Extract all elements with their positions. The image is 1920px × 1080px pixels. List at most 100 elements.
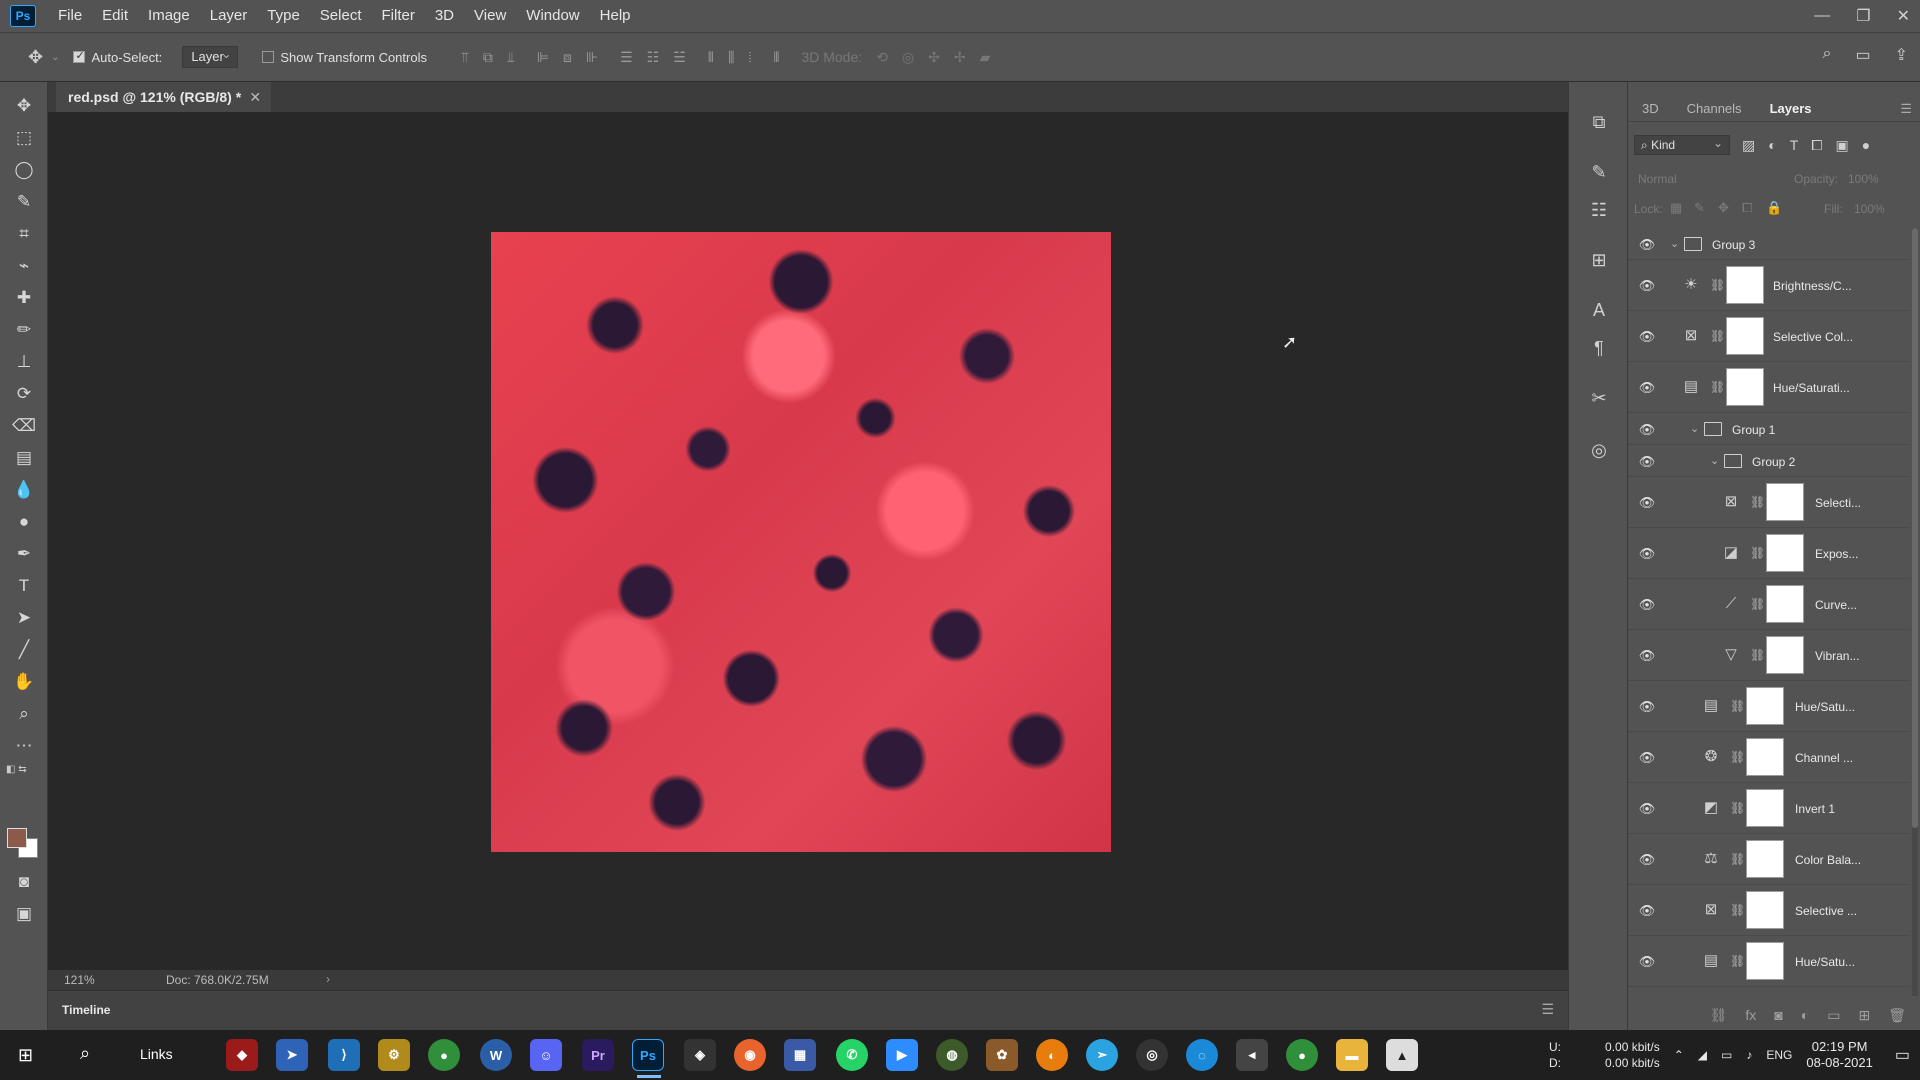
- 3d-pan-icon[interactable]: ✣: [928, 49, 940, 66]
- link-icon[interactable]: ⛓: [1750, 545, 1765, 561]
- link-icon[interactable]: ⛓: [1730, 953, 1745, 969]
- layer-mask-thumbnail[interactable]: [1746, 789, 1784, 827]
- chrome-icon[interactable]: ●: [428, 1039, 460, 1071]
- layer-name[interactable]: Curve...: [1815, 598, 1857, 612]
- 3d-slide-icon[interactable]: ✢: [954, 49, 966, 66]
- photos-icon[interactable]: ▲: [1386, 1039, 1418, 1071]
- path-select-tool-icon[interactable]: ➤: [12, 606, 36, 630]
- adjustments-panel-icon[interactable]: ☷: [1587, 198, 1611, 222]
- link-icon[interactable]: ⛓: [1710, 379, 1725, 395]
- hand-tool-icon[interactable]: ✋: [12, 670, 36, 694]
- link-icon[interactable]: ⛓: [1710, 328, 1725, 344]
- align-vcenter-icon[interactable]: ⧉: [483, 49, 493, 66]
- vpn-icon[interactable]: ◂: [1236, 1039, 1268, 1071]
- photoshop-icon[interactable]: Ps: [632, 1039, 664, 1078]
- fill-value[interactable]: 100%: [1854, 202, 1885, 216]
- layer-name[interactable]: Channel ...: [1795, 751, 1853, 765]
- screen-mode-icon[interactable]: ▣: [12, 902, 36, 926]
- link-icon[interactable]: ⛓: [1730, 902, 1745, 918]
- firefox-icon[interactable]: ◉: [734, 1039, 766, 1071]
- distribute-spacing-icon[interactable]: ⫴: [774, 49, 780, 66]
- libraries-panel-icon[interactable]: ◎: [1587, 438, 1611, 462]
- obs-icon[interactable]: ◎: [1136, 1039, 1168, 1071]
- layer-row-channel-mixer[interactable]: 👁 ❂ ⛓ Channel ...: [1628, 732, 1910, 783]
- collapse-chevron-icon[interactable]: ⌄: [1690, 422, 1699, 435]
- collapse-chevron-icon[interactable]: ⌄: [1710, 454, 1719, 467]
- dodge-tool-icon[interactable]: ●: [12, 510, 36, 534]
- layer-mask-thumbnail[interactable]: [1766, 636, 1804, 674]
- history-panel-icon[interactable]: ⧉: [1587, 110, 1611, 134]
- notion-icon[interactable]: ▦: [784, 1039, 816, 1071]
- layer-mask-thumbnail[interactable]: [1766, 483, 1804, 521]
- layer-name[interactable]: Brightness/C...: [1773, 279, 1852, 293]
- notifications-icon[interactable]: ▭: [1895, 1045, 1910, 1065]
- distribute-hcenter-icon[interactable]: ⫼: [728, 49, 734, 66]
- game-icon[interactable]: ◍: [936, 1039, 968, 1071]
- distribute-vcenter-icon[interactable]: ☷: [647, 49, 660, 66]
- visibility-eye-icon[interactable]: 👁: [1638, 380, 1656, 395]
- layer-row-vibrance[interactable]: 👁 ▽ ⛓ Vibran...: [1628, 630, 1910, 681]
- search-icon[interactable]: ⌕: [1823, 45, 1832, 65]
- layer-name[interactable]: Color Bala...: [1795, 853, 1861, 867]
- show-transform-checkbox[interactable]: [262, 51, 275, 63]
- language-indicator[interactable]: ENG: [1766, 1048, 1792, 1062]
- links-toolbar[interactable]: Links: [140, 1046, 173, 1062]
- new-adjustment-icon[interactable]: ◐: [1801, 1007, 1809, 1023]
- layer-row-invert[interactable]: 👁 ◩ ⛓ Invert 1: [1628, 783, 1910, 834]
- pen-tool-icon[interactable]: ✒: [12, 542, 36, 566]
- type-tool-icon[interactable]: T: [12, 574, 36, 598]
- blue-arrow-icon[interactable]: ➤: [276, 1039, 308, 1071]
- layer-style-icon[interactable]: fx: [1745, 1007, 1756, 1023]
- filter-smart-object-icon[interactable]: ▣: [1835, 137, 1848, 154]
- search-icon[interactable]: ⌕: [80, 1043, 90, 1064]
- yellow-tool-icon[interactable]: ⚙: [378, 1039, 410, 1071]
- link-icon[interactable]: ⛓: [1730, 698, 1745, 714]
- network-icon[interactable]: ◢: [1698, 1048, 1707, 1062]
- tab-3d[interactable]: 3D: [1628, 96, 1673, 122]
- layer-row-hue-saturation[interactable]: 👁 ▤ ⛓ Hue/Saturati...: [1628, 362, 1910, 413]
- auto-select-checkbox[interactable]: ✓: [73, 50, 86, 63]
- layer-row-hue-saturation-3[interactable]: 👁 ▤ ⛓ Hue/Satu...: [1628, 936, 1910, 987]
- windows-start-icon[interactable]: ⊞: [18, 1045, 33, 1066]
- menu-view[interactable]: View: [464, 0, 516, 32]
- filter-adjustment-icon[interactable]: ◐: [1768, 137, 1776, 154]
- align-hcenter-icon[interactable]: ⧈: [563, 49, 572, 66]
- visibility-eye-icon[interactable]: 👁: [1638, 597, 1656, 612]
- link-icon[interactable]: ⛓: [1750, 596, 1765, 612]
- delete-layer-icon[interactable]: 🗑: [1888, 1007, 1906, 1024]
- telegram-icon[interactable]: ➣: [1086, 1039, 1118, 1071]
- lock-artboard-icon[interactable]: ⧠: [1742, 200, 1752, 216]
- status-expand-icon[interactable]: ›: [326, 972, 330, 986]
- paragraph-panel-icon[interactable]: ¶: [1587, 336, 1611, 360]
- battery-icon[interactable]: ▭: [1721, 1048, 1732, 1062]
- visibility-eye-icon[interactable]: 👁: [1638, 278, 1656, 293]
- w-app-icon[interactable]: W: [480, 1039, 512, 1071]
- layer-row-brightness[interactable]: 👁 ☀ ⛓ Brightness/C...: [1628, 260, 1910, 311]
- visibility-eye-icon[interactable]: 👁: [1638, 699, 1656, 714]
- 3d-orbit-icon[interactable]: ⟲: [876, 49, 888, 66]
- visibility-eye-icon[interactable]: 👁: [1638, 903, 1656, 918]
- chrome-icon-2[interactable]: ●: [1286, 1039, 1318, 1071]
- layer-mask-thumbnail[interactable]: [1746, 840, 1784, 878]
- new-group-icon[interactable]: ▭: [1827, 1007, 1840, 1024]
- tool-preset-chevron-icon[interactable]: ⌄: [51, 52, 59, 63]
- git-icon[interactable]: ◈: [684, 1039, 716, 1071]
- layer-mask-thumbnail[interactable]: [1746, 687, 1784, 725]
- lock-all-icon[interactable]: 🔒: [1766, 200, 1782, 216]
- layer-row-selective-color-3[interactable]: 👁 ⊠ ⛓ Selective ...: [1628, 885, 1910, 936]
- link-layers-icon[interactable]: ⛓: [1710, 1007, 1728, 1024]
- 3d-roll-icon[interactable]: ◎: [902, 49, 914, 66]
- discord-icon[interactable]: ☺: [530, 1039, 562, 1071]
- layer-mask-thumbnail[interactable]: [1746, 891, 1784, 929]
- workspace-icon[interactable]: ▭: [1855, 45, 1870, 65]
- minimize-icon[interactable]: —: [1814, 7, 1830, 25]
- layer-row-curves[interactable]: 👁 ⟋ ⛓ Curve...: [1628, 579, 1910, 630]
- tab-layers[interactable]: Layers: [1756, 96, 1826, 122]
- clock-time[interactable]: 02:19 PM: [1806, 1039, 1873, 1055]
- visibility-eye-icon[interactable]: 👁: [1638, 237, 1656, 252]
- history-brush-tool-icon[interactable]: ⟳: [12, 382, 36, 406]
- marquee-tool-icon[interactable]: ⬚: [12, 126, 36, 150]
- foreground-color-swatch[interactable]: [7, 828, 27, 848]
- menu-file[interactable]: File: [48, 0, 92, 32]
- timeline-menu-icon[interactable]: ☰: [1541, 1001, 1554, 1018]
